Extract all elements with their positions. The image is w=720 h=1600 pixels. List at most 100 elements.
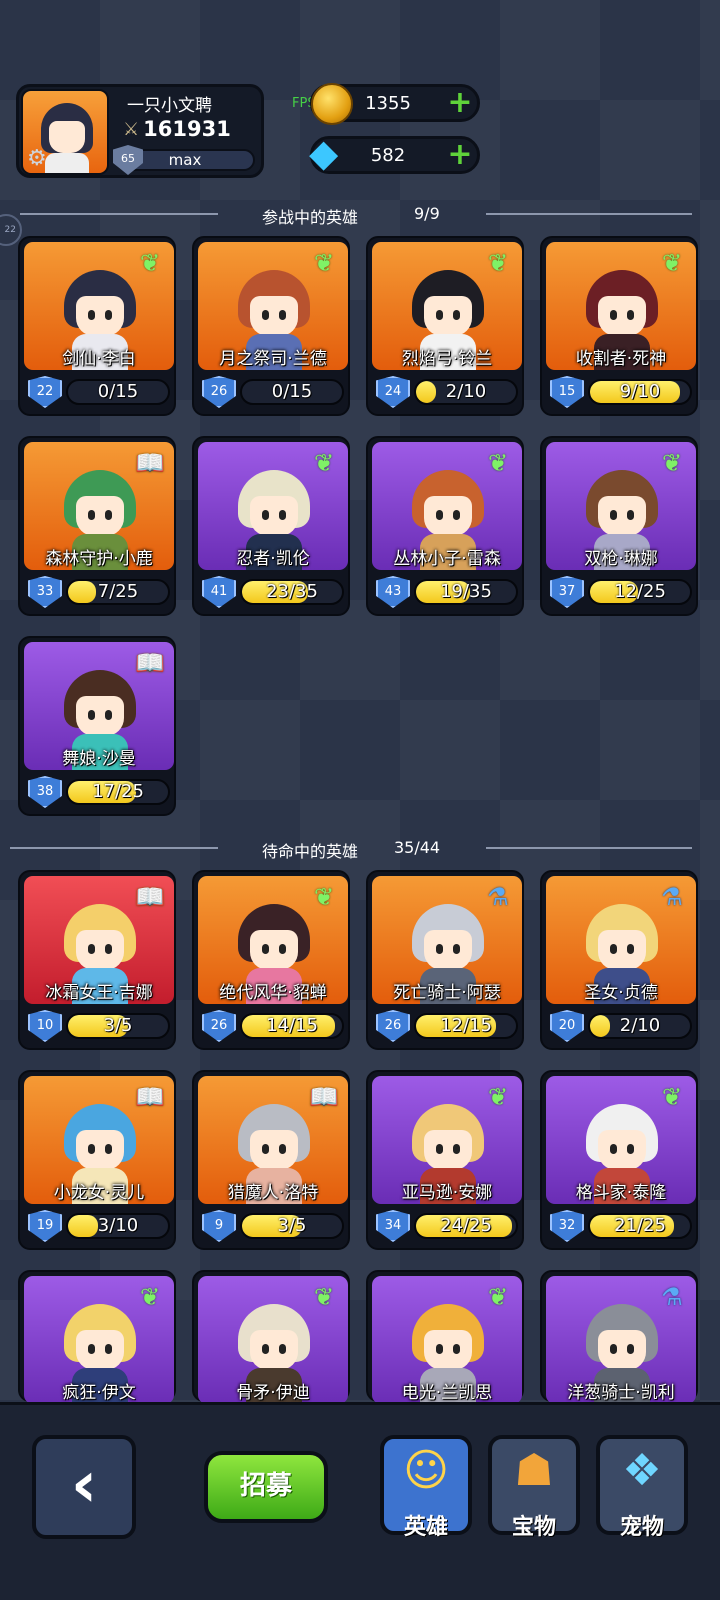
- potion-badge-icon: ⚗: [661, 883, 683, 911]
- tab-heroes-label: 英雄: [403, 1515, 448, 1540]
- hero-shard-progress-bar: 24/25: [414, 1213, 518, 1239]
- hero-progress-row: 26 0/15: [198, 374, 348, 410]
- leaf-badge-icon: ❦: [487, 1283, 509, 1311]
- gold-value: 1355: [365, 93, 411, 114]
- hero-card[interactable]: 📖 小龙女·灵儿 19 3/10: [18, 1070, 176, 1250]
- top-header: ⚙ 一只小文聘 ⚔ 161931 65 max FPS:52 1355 + ◆ …: [0, 0, 720, 190]
- player-avatar[interactable]: ⚙: [21, 89, 109, 175]
- leaf-badge-icon: ❦: [661, 1083, 683, 1111]
- hero-level-shield: 24: [376, 376, 410, 408]
- hero-portrait: ❦ 绝代风华·貂蝉: [198, 876, 348, 1004]
- book-badge-icon: 📖: [135, 649, 165, 677]
- hero-portrait: ❦ 疯狂·伊文: [24, 1276, 174, 1404]
- hero-name: 亚马逊·安娜: [401, 1183, 493, 1203]
- hero-card[interactable]: ❦ 骨矛·伊迪: [192, 1270, 350, 1404]
- hero-portrait: 📖 舞娘·沙曼: [24, 642, 174, 770]
- hero-shard-count: 3/5: [277, 1215, 307, 1236]
- chevron-left-icon: ‹: [70, 1448, 98, 1522]
- hero-card[interactable]: ❦ 烈焰弓·铃兰 24 2/10: [366, 236, 524, 416]
- hero-card[interactable]: ❦ 亚马逊·安娜 34 24/25: [366, 1070, 524, 1250]
- gem-value: 582: [370, 145, 406, 166]
- player-profile-panel[interactable]: ⚙ 一只小文聘 ⚔ 161931 65 max: [16, 84, 264, 178]
- hero-name: 格斗家·泰隆: [575, 1183, 667, 1203]
- hero-card[interactable]: 📖 舞娘·沙曼 38 17/25: [18, 636, 176, 816]
- hero-level-shield: 15: [550, 376, 584, 408]
- leaf-badge-icon: ❦: [487, 249, 509, 277]
- hero-progress-row: 32 21/25: [546, 1208, 696, 1244]
- hero-card[interactable]: ❦ 电光·兰凯思: [366, 1270, 524, 1404]
- hero-portrait: ❦ 丛林小子·雷森: [372, 442, 522, 570]
- hero-level-shield: 10: [28, 1010, 62, 1042]
- hero-name: 冰霜女王·吉娜: [45, 983, 153, 1003]
- hero-level-shield: 41: [202, 576, 236, 608]
- hero-card[interactable]: ❦ 疯狂·伊文: [18, 1270, 176, 1404]
- hero-level-shield: 38: [28, 776, 62, 808]
- hero-card[interactable]: 📖 冰霜女王·吉娜 10 3/5: [18, 870, 176, 1050]
- hero-level-shield: 34: [376, 1210, 410, 1242]
- standby-heroes-title: 待命中的英雄: [262, 842, 359, 861]
- hero-portrait: 📖 猎魔人·洛特: [198, 1076, 348, 1204]
- hero-shard-count: 3/5: [103, 1015, 133, 1036]
- hero-portrait: ❦ 烈焰弓·铃兰: [372, 242, 522, 370]
- hero-shard-progress-bar: 3/5: [66, 1013, 170, 1039]
- leaf-badge-icon: ❦: [139, 249, 161, 277]
- hero-card[interactable]: ❦ 剑仙·李白 22 0/15: [18, 236, 176, 416]
- hero-shard-count: 14/15: [266, 1015, 318, 1036]
- active-heroes-title: 参战中的英雄: [262, 208, 359, 227]
- hero-card[interactable]: ❦ 格斗家·泰隆 32 21/25: [540, 1070, 698, 1250]
- hero-card[interactable]: 📖 森林守护·小鹿 33 7/25: [18, 436, 176, 616]
- hero-portrait: ❦ 月之祭司·兰德: [198, 242, 348, 370]
- hero-level-shield: 26: [202, 1010, 236, 1042]
- hero-shard-progress-bar: 3/10: [66, 1213, 170, 1239]
- add-gold-button[interactable]: +: [445, 88, 475, 119]
- leaf-badge-icon: ❦: [487, 1083, 509, 1111]
- hero-level-shield: 22: [28, 376, 62, 408]
- tab-pets[interactable]: ❖ 宠物: [596, 1435, 688, 1540]
- hero-progress-row: 34 24/25: [372, 1208, 522, 1244]
- hero-card[interactable]: ❦ 收割者·死神 15 9/10: [540, 236, 698, 416]
- hero-card[interactable]: ❦ 忍者·凯伦 41 23/35: [192, 436, 350, 616]
- potion-badge-icon: ⚗: [661, 1283, 683, 1311]
- hero-name: 舞娘·沙曼: [62, 749, 136, 769]
- book-badge-icon: 📖: [135, 883, 165, 911]
- hero-shard-count: 7/25: [97, 581, 139, 602]
- hero-portrait: ⚗ 圣女·贞德: [546, 876, 696, 1004]
- active-heroes-header: 参战中的英雄 9/9: [0, 202, 720, 227]
- hero-level-shield: 26: [202, 376, 236, 408]
- hero-card[interactable]: 📖 猎魔人·洛特 9 3/5: [192, 1070, 350, 1250]
- hero-portrait: 📖 森林守护·小鹿: [24, 442, 174, 570]
- hero-level-shield: 33: [28, 576, 62, 608]
- hero-progress-row: 19 3/10: [24, 1208, 174, 1244]
- hero-level-shield: 32: [550, 1210, 584, 1242]
- hero-card[interactable]: ❦ 丛林小子·雷森 43 19/35: [366, 436, 524, 616]
- hero-shard-count: 12/15: [440, 1015, 492, 1036]
- hero-card[interactable]: ❦ 月之祭司·兰德 26 0/15: [192, 236, 350, 416]
- hero-portrait: ❦ 收割者·死神: [546, 242, 696, 370]
- hero-card[interactable]: ⚗ 死亡骑士·阿瑟 26 12/15: [366, 870, 524, 1050]
- tab-treasure[interactable]: ☗ 宝物: [488, 1435, 580, 1540]
- hero-card[interactable]: ⚗ 圣女·贞德 20 2/10: [540, 870, 698, 1050]
- hero-card[interactable]: ⚗ 洋葱骑士·凯利: [540, 1270, 698, 1404]
- gem-counter: ◆ 582 +: [309, 133, 480, 174]
- hero-shard-count: 17/25: [92, 781, 144, 802]
- hero-shard-progress-bar: 12/25: [588, 579, 692, 605]
- back-button[interactable]: ‹: [32, 1435, 136, 1539]
- standby-heroes-count: 35/44: [394, 838, 441, 857]
- hero-card[interactable]: ❦ 双枪·琳娜 37 12/25: [540, 436, 698, 616]
- leaf-badge-icon: ❦: [139, 1283, 161, 1311]
- leaf-badge-icon: ❦: [313, 249, 335, 277]
- divider: [486, 213, 692, 215]
- recruit-button[interactable]: 招募: [204, 1451, 328, 1523]
- hero-name: 双枪·琳娜: [584, 549, 658, 569]
- hero-shard-progress-bar: 2/10: [588, 1013, 692, 1039]
- settings-gear-icon[interactable]: ⚙: [27, 146, 47, 171]
- tab-treasure-label: 宝物: [511, 1515, 556, 1540]
- hero-name: 月之祭司·兰德: [219, 349, 327, 369]
- hero-shard-count: 12/25: [614, 581, 666, 602]
- hero-shard-count: 0/15: [271, 381, 313, 402]
- hero-card[interactable]: ❦ 绝代风华·貂蝉 26 14/15: [192, 870, 350, 1050]
- tab-heroes[interactable]: ☺ 英雄: [380, 1435, 472, 1540]
- divider: [20, 213, 218, 215]
- hero-level-shield: 26: [376, 1010, 410, 1042]
- add-gem-button[interactable]: +: [445, 140, 475, 171]
